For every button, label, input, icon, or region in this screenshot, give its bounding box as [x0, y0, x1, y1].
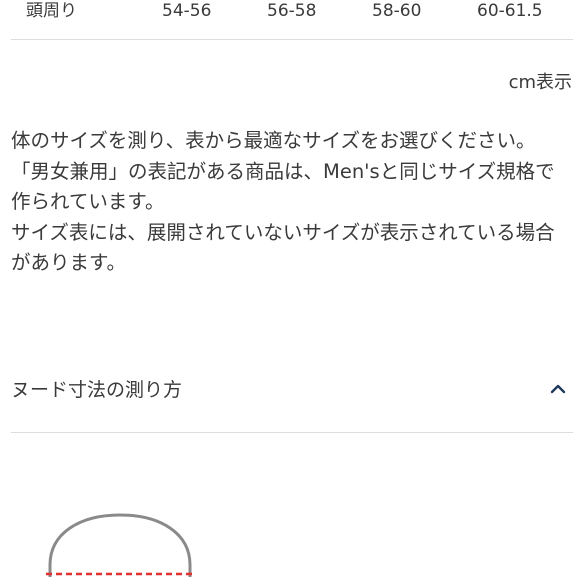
- row-label: 頭周り: [26, 1, 77, 21]
- note-paragraph-1: 体のサイズを測り、表から最適なサイズをお選びください。: [11, 129, 536, 152]
- size-value-2: 56-58: [267, 1, 317, 21]
- measurement-guide-accordion-toggle[interactable]: ヌード寸法の測り方: [11, 372, 573, 408]
- note-paragraph-2: 「男女兼用」の表記がある商品は、Men'sと同じサイズ規格で作られています。: [11, 159, 555, 214]
- head-measurement-illustration: [46, 513, 194, 577]
- size-notes: 体のサイズを測り、表から最適なサイズをお選びください。 「男女兼用」の表記がある…: [11, 126, 563, 279]
- size-value-3: 58-60: [372, 1, 422, 21]
- size-value-1: 54-56: [162, 1, 212, 21]
- size-table-row-head-circumference: 頭周り 54-56 56-58 58-60 60-61.5: [0, 0, 577, 28]
- chevron-up-icon[interactable]: [547, 378, 569, 400]
- unit-note: cm表示: [508, 72, 572, 93]
- note-paragraph-3: サイズ表には、展開されていないサイズが表示されている場合があります。: [11, 220, 555, 275]
- head-outline: [48, 513, 192, 577]
- divider: [11, 432, 573, 433]
- divider: [11, 39, 573, 40]
- size-value-4: 60-61.5: [477, 1, 543, 21]
- size-guide-page: 頭周り 54-56 56-58 58-60 60-61.5 cm表示 体のサイズ…: [0, 0, 577, 577]
- accordion-title: ヌード寸法の測り方: [11, 379, 183, 401]
